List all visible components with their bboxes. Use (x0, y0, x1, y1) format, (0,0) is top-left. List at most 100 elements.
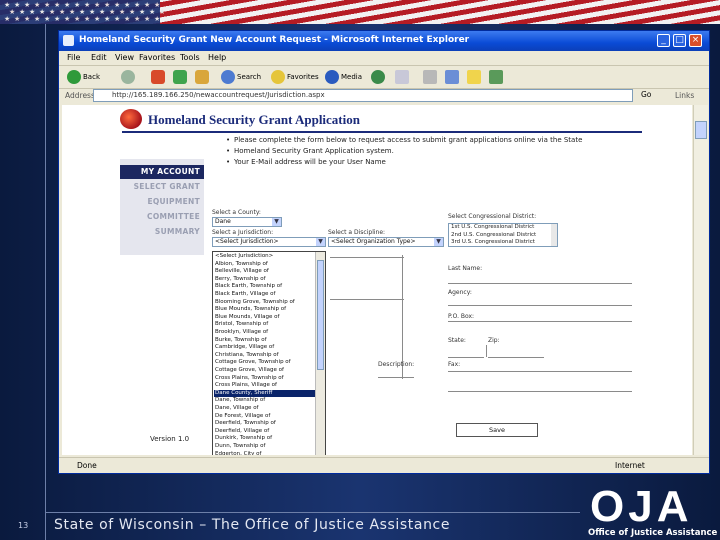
district-listbox[interactable]: 1st U.S. Congressional District 2nd U.S.… (448, 223, 558, 247)
back-button[interactable]: Back (67, 69, 100, 85)
jurisdiction-dropdown-list[interactable]: <Select Jurisdiction> Albion, Township of… (212, 251, 326, 455)
jurisdiction-option[interactable]: <Select Jurisdiction> (214, 253, 315, 261)
middle-field[interactable] (330, 257, 404, 258)
search-button[interactable]: Search (221, 69, 261, 85)
page-title: Homeland Security Grant Application (148, 112, 360, 127)
star-icon (271, 70, 285, 84)
fax-field[interactable] (448, 371, 632, 372)
chevron-down-icon: ▼ (316, 238, 325, 246)
jurisdiction-option[interactable]: Dane, Village of (214, 405, 315, 413)
jurisdiction-option[interactable]: Cottage Grove, Village of (214, 367, 315, 375)
county-select[interactable]: Dane ▼ (212, 217, 282, 227)
jurisdiction-option[interactable]: Dunkirk, Township of (214, 435, 315, 443)
menu-help[interactable]: Help (208, 53, 226, 62)
jurisdiction-option[interactable]: Deerfield, Village of (214, 428, 315, 436)
page-scroll-thumb[interactable] (695, 121, 707, 139)
nav-summary[interactable]: SUMMARY (120, 225, 204, 239)
window-title: Homeland Security Grant New Account Requ… (79, 35, 470, 45)
discuss-icon (467, 70, 481, 84)
slide-bottom-rule (45, 512, 580, 513)
home-button[interactable] (195, 69, 211, 85)
refresh-button[interactable] (173, 69, 189, 85)
zip-field[interactable] (488, 357, 544, 358)
menu-favorites[interactable]: Favorites (139, 53, 175, 62)
jurisdiction-option[interactable]: Cottage Grove, Township of (214, 359, 315, 367)
extra-field[interactable] (448, 391, 632, 392)
jurisdiction-option[interactable]: Deerfield, Township of (214, 420, 315, 428)
last-name-field[interactable] (448, 283, 632, 284)
jurisdiction-option[interactable]: Dane, Township of (214, 397, 315, 405)
menu-tools[interactable]: Tools (180, 53, 200, 62)
menu-bar: File Edit View Favorites Tools Help (59, 51, 709, 65)
organization-select[interactable]: <Select Organization Type> ▼ (328, 237, 444, 247)
district-option[interactable]: 3rd U.S. Congressional District (451, 239, 557, 246)
jurisdiction-option[interactable]: De Forest, Village of (214, 413, 315, 421)
nav-equipment[interactable]: EQUIPMENT (120, 195, 204, 209)
discuss-button[interactable] (467, 69, 483, 85)
jurisdiction-option[interactable]: Cross Plains, Village of (214, 382, 315, 390)
search-icon (221, 70, 235, 84)
go-button[interactable]: Go (641, 90, 651, 99)
close-button[interactable]: × (689, 34, 702, 47)
jurisdiction-option[interactable]: Blue Mounds, Township of (214, 306, 315, 314)
jurisdiction-option[interactable]: Cambridge, Village of (214, 344, 315, 352)
po-box-field[interactable] (448, 321, 632, 322)
district-option[interactable]: 2nd U.S. Congressional District (451, 232, 557, 240)
minimize-button[interactable]: _ (657, 34, 670, 47)
state-field[interactable] (448, 357, 484, 358)
history-button[interactable] (371, 69, 387, 85)
jurisdiction-option[interactable]: Dane County, Sheriff (214, 389, 315, 398)
address-input[interactable]: http://165.189.166.250/newaccountrequest… (93, 89, 633, 102)
jurisdiction-option[interactable]: Edgerton, City of (214, 451, 315, 455)
flag-star-icon: ★ (34, 15, 41, 23)
save-button[interactable]: Save (456, 423, 538, 437)
agency-field[interactable] (448, 305, 632, 306)
jurisdiction-option[interactable]: Burke, Township of (214, 337, 315, 345)
jurisdiction-select[interactable]: <Select Jurisdiction> ▼ (212, 237, 326, 247)
jurisdiction-option[interactable]: Brooklyn, Village of (214, 329, 315, 337)
maximize-button[interactable]: □ (673, 34, 686, 47)
security-zone: Internet (615, 461, 645, 470)
print-button[interactable] (423, 69, 439, 85)
jurisdiction-option[interactable]: Black Earth, Township of (214, 283, 315, 291)
district-option[interactable]: 1st U.S. Congressional District (451, 224, 557, 232)
browser-window: Homeland Security Grant New Account Requ… (58, 30, 710, 474)
nav-select-grant[interactable]: SELECT GRANT (120, 180, 204, 194)
jurisdiction-option[interactable]: Dunn, Township of (214, 443, 315, 451)
refresh-icon (173, 70, 187, 84)
mail-button[interactable] (395, 69, 411, 85)
nav-my-account[interactable]: MY ACCOUNT (120, 165, 204, 179)
jurisdiction-option[interactable]: Berry, Township of (214, 276, 315, 284)
jurisdiction-option[interactable]: Bristol, Township of (214, 321, 315, 329)
flag-star-icon: ★ (74, 15, 81, 23)
jurisdiction-option[interactable]: Christiana, Township of (214, 352, 315, 360)
menu-view[interactable]: View (115, 53, 134, 62)
jurisdiction-scroll-thumb[interactable] (317, 260, 324, 370)
instruction-line: Homeland Security Grant Application syst… (226, 146, 666, 156)
jurisdiction-option[interactable]: Blooming Grove, Township of (214, 299, 315, 307)
menu-edit[interactable]: Edit (91, 53, 107, 62)
forward-button[interactable] (121, 69, 137, 85)
chevron-down-icon: ▼ (272, 218, 281, 226)
page-scrollbar[interactable] (693, 105, 708, 455)
jurisdiction-option[interactable]: Belleville, Village of (214, 268, 315, 276)
edit-button[interactable] (445, 69, 461, 85)
jurisdiction-scrollbar[interactable] (315, 252, 325, 455)
menu-file[interactable]: File (67, 53, 80, 62)
jurisdiction-option[interactable]: Cross Plains, Township of (214, 375, 315, 383)
jurisdiction-option[interactable]: Blue Mounds, Village of (214, 314, 315, 322)
media-button[interactable]: Media (325, 69, 362, 85)
jurisdiction-option[interactable]: Black Earth, Village of (214, 291, 315, 299)
description-field[interactable] (378, 377, 414, 378)
messenger-button[interactable] (489, 69, 505, 85)
flag-banner: ★ ★ ★ ★ ★ ★ ★ ★ ★ ★ ★ ★ ★ ★ ★ ★ ★ ★ ★ ★ ★ ★ ★ ★ ★ ★ ★ ★ ★ ★ ★ ★ ★ ★ ★ ★ ★ ★ ★ ★… (0, 0, 720, 24)
flag-star-icon: ★ (144, 15, 151, 23)
district-scrollbar[interactable] (551, 224, 557, 246)
jurisdiction-option[interactable]: Albion, Township of (214, 261, 315, 269)
flag-star-icon: ★ (154, 15, 161, 23)
stop-button[interactable] (151, 69, 167, 85)
nav-committee[interactable]: COMMITTEE (120, 210, 204, 224)
links-button[interactable]: Links (675, 91, 694, 100)
middle-field[interactable] (330, 299, 404, 300)
favorites-button[interactable]: Favorites (271, 69, 319, 85)
